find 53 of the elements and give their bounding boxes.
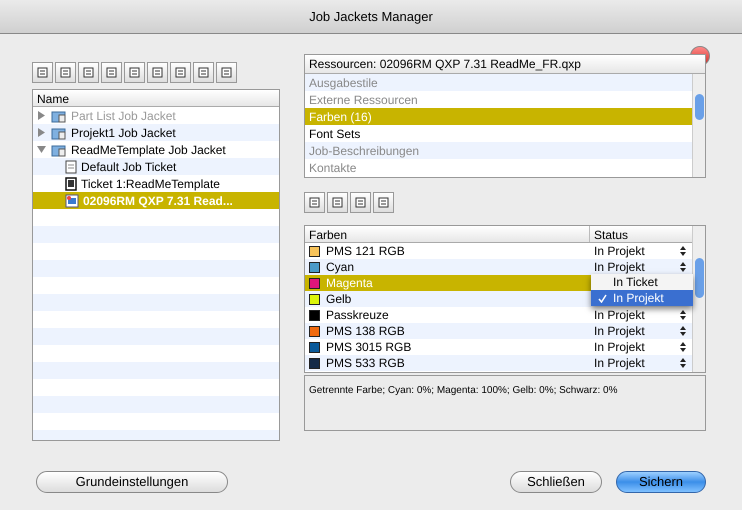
stepper-icon: [680, 342, 686, 352]
status-cell[interactable]: In Projekt: [590, 242, 680, 260]
column-header[interactable]: Farben: [305, 226, 590, 242]
expand-triangle-icon[interactable]: [37, 128, 47, 137]
color-row[interactable]: PMS 533 RGB In Projekt: [305, 355, 692, 371]
color-row[interactable]: Cyan In Projekt: [305, 259, 692, 275]
document-icon: [65, 160, 77, 174]
folder-icon: [51, 126, 67, 140]
document-icon: [65, 176, 77, 190]
column-header: Name: [33, 90, 279, 107]
stepper-icon: [680, 262, 686, 272]
column-header[interactable]: Status: [590, 226, 632, 242]
checkmark-icon: [598, 294, 606, 304]
item-label: Part List Job Jacket: [71, 108, 176, 124]
item-label: Default Job Ticket: [81, 158, 176, 176]
dialog-button[interactable]: Grundeinstellungen: [36, 471, 228, 493]
scrollbar[interactable]: [692, 74, 705, 177]
description-text: Getrennte Farbe; Cyan: 0%; Magenta: 100%; Gelb: 0%; Schwarz: 0%: [309, 385, 618, 396]
color-name: PMS 121 RGB: [326, 243, 405, 260]
menu-item[interactable]: In Projekt: [591, 290, 693, 306]
collapse-triangle-icon[interactable]: [37, 145, 47, 154]
color-name: PMS 138 RGB: [326, 323, 405, 340]
status-cell[interactable]: In Projekt: [590, 322, 680, 340]
item-label: Projekt1 Job Jacket: [71, 124, 176, 142]
color-name: Passkreuze: [326, 307, 389, 324]
stepper-icon: [680, 310, 686, 320]
folder-icon: [51, 142, 67, 156]
status-cell[interactable]: In Projekt: [590, 258, 680, 276]
color-name: Gelb: [326, 291, 352, 308]
tree-item[interactable]: Default Job Ticket: [33, 158, 279, 175]
status-cell[interactable]: In Projekt: [590, 338, 680, 356]
tree-item[interactable]: Projekt1 Job Jacket: [33, 124, 279, 141]
color-name: Magenta: [326, 275, 373, 292]
status-cell[interactable]: In Projekt: [590, 354, 680, 372]
window-title: Job Jackets Manager: [309, 8, 433, 26]
folder-icon: [51, 108, 67, 122]
color-name: PMS 3015 RGB: [326, 339, 412, 356]
item-label: ReadMeTemplate Job Jacket: [71, 142, 226, 158]
color-row[interactable]: PMS 138 RGB In Projekt: [305, 323, 692, 339]
column-header: Ressourcen: 02096RM QXP 7.31 ReadMe_FR.qxp: [305, 55, 705, 74]
item-label: 02096RM QXP 7.31 Read...: [83, 192, 233, 210]
color-name: PMS 533 RGB: [326, 355, 405, 372]
stepper-icon: [680, 326, 686, 336]
stepper-icon: [680, 358, 686, 368]
scrollbar[interactable]: [692, 226, 705, 372]
dialog-button[interactable]: Schließen: [510, 471, 602, 493]
color-name: Cyan: [326, 259, 354, 276]
dialog-button[interactable]: Sichern: [616, 471, 706, 493]
stepper-icon: [680, 246, 686, 256]
item-label: Ticket 1:ReadMeTemplate: [81, 176, 220, 192]
project-file-icon: [65, 194, 79, 208]
status-cell[interactable]: In Projekt: [590, 306, 680, 324]
menu-item[interactable]: In Ticket: [591, 274, 693, 290]
